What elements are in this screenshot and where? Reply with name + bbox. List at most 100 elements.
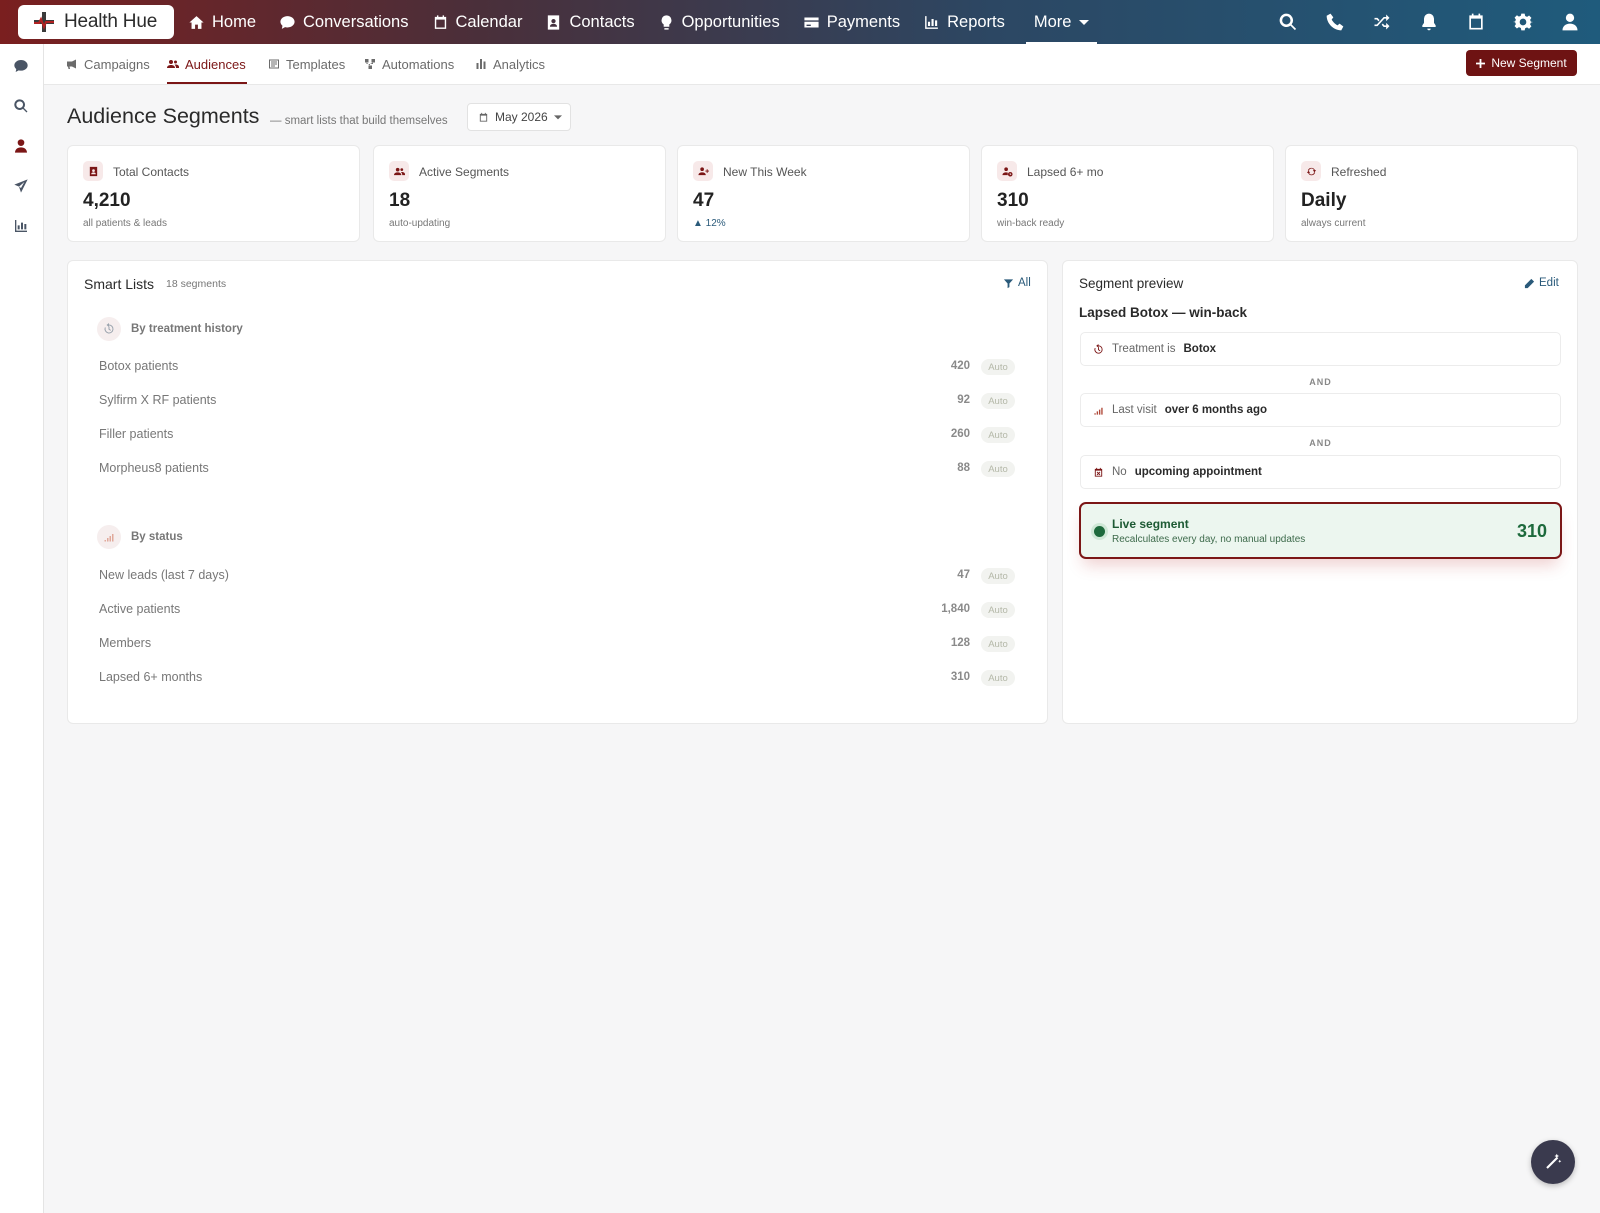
list-item-count: 1,840 — [941, 603, 970, 615]
stat-value: Daily — [1301, 190, 1347, 211]
filter-button[interactable]: All — [1003, 277, 1031, 289]
gear-icon[interactable] — [1513, 12, 1533, 32]
bar-chart-icon[interactable] — [13, 218, 31, 236]
auto-badge: Auto — [981, 461, 1015, 477]
search-icon[interactable] — [13, 98, 31, 116]
nav-reports[interactable]: Reports — [923, 0, 1005, 44]
condition-row[interactable]: No upcoming appointment — [1080, 455, 1561, 489]
signal-icon — [1093, 405, 1104, 416]
user-plus-icon — [693, 161, 713, 181]
tab-templates[interactable]: Templates — [268, 44, 345, 84]
sub-navigation: Campaigns Audiences Templates Automation… — [44, 44, 1600, 85]
nav-payments[interactable]: Payments — [803, 0, 900, 44]
new-segment-button[interactable]: New Segment — [1466, 50, 1577, 76]
brand-name: Health Hue — [64, 11, 158, 32]
phone-icon[interactable] — [1325, 12, 1345, 32]
condition-value: over 6 months ago — [1164, 404, 1267, 416]
condition-value: upcoming appointment — [1134, 466, 1262, 478]
caret-down-icon — [1079, 17, 1090, 27]
list-item-count: 420 — [950, 360, 970, 372]
signal-icon — [97, 525, 121, 549]
calendar-x-icon — [1093, 467, 1104, 478]
segment-preview-title: Segment preview — [1079, 276, 1184, 291]
stat-label: Refreshed — [1331, 165, 1387, 179]
list-item-name: Lapsed 6+ months — [99, 670, 203, 684]
auto-badge: Auto — [981, 393, 1015, 409]
nav-calendar[interactable]: Calendar — [432, 0, 523, 44]
left-rail — [0, 44, 44, 1213]
pencil-icon — [1524, 278, 1535, 289]
condition-prefix: Last visit — [1112, 404, 1157, 416]
chat-icon — [279, 14, 296, 31]
paper-plane-icon[interactable] — [13, 178, 31, 196]
list-item-count: 128 — [950, 637, 970, 649]
stat-label: Total Contacts — [113, 165, 190, 179]
nav-calendar-label: Calendar — [455, 12, 523, 31]
nav-opportunities-label: Opportunities — [681, 12, 780, 31]
magic-wand-icon — [1544, 1153, 1562, 1171]
stat-subtext: auto-updating — [389, 218, 451, 229]
brand-logo[interactable]: Health Hue — [18, 5, 174, 39]
nav-reports-label: Reports — [947, 12, 1005, 31]
group-heading-label: By treatment history — [131, 323, 243, 335]
live-segment-subtitle: Recalculates every day, no manual update… — [1112, 534, 1306, 545]
workflow-icon — [364, 58, 376, 70]
bell-icon[interactable] — [1419, 12, 1439, 32]
users-icon — [389, 161, 409, 181]
caret-down-icon — [553, 113, 562, 121]
stat-label: Lapsed 6+ mo — [1027, 165, 1104, 179]
list-item-name: Active patients — [99, 602, 181, 616]
date-filter-dropdown[interactable]: May 2026 — [467, 103, 571, 131]
tab-campaigns-label: Campaigns — [84, 56, 150, 72]
chat-icon[interactable] — [13, 58, 31, 76]
live-segment-title: Live segment — [1112, 517, 1189, 531]
top-navigation-bar: Health Hue Home Conversations Calendar C… — [0, 0, 1600, 44]
live-segment-count: 310 — [1516, 521, 1547, 541]
date-filter-value: May 2026 — [495, 110, 548, 124]
edit-segment-button[interactable]: Edit — [1524, 277, 1559, 289]
tab-automations[interactable]: Automations — [364, 44, 454, 84]
tab-audiences[interactable]: Audiences — [167, 44, 246, 84]
filter-label: All — [1018, 277, 1031, 289]
nav-opportunities[interactable]: Opportunities — [658, 0, 780, 44]
list-item-name: Morpheus8 patients — [99, 461, 209, 475]
tab-templates-label: Templates — [286, 56, 346, 72]
tab-campaigns[interactable]: Campaigns — [66, 44, 150, 84]
user-icon[interactable] — [13, 138, 31, 156]
group-heading-label: By status — [131, 531, 183, 543]
auto-badge: Auto — [981, 568, 1015, 584]
live-status-dot — [1094, 526, 1105, 537]
template-icon — [268, 58, 280, 70]
shuffle-icon[interactable] — [1372, 12, 1392, 32]
tab-analytics-label: Analytics — [493, 56, 546, 72]
stat-value: 310 — [997, 190, 1029, 211]
condition-row[interactable]: Last visit over 6 months ago — [1080, 393, 1561, 427]
magic-wand-button[interactable] — [1531, 1140, 1575, 1184]
user-icon[interactable] — [1560, 12, 1580, 32]
auto-badge: Auto — [981, 670, 1015, 686]
smart-lists-title: Smart Lists — [84, 276, 155, 292]
bar-chart-icon — [923, 14, 940, 31]
calendar-icon[interactable] — [1466, 12, 1486, 32]
nav-home[interactable]: Home — [188, 0, 256, 44]
edit-label: Edit — [1539, 277, 1559, 289]
group-heading-status: By status — [97, 525, 183, 549]
nav-home-label: Home — [212, 12, 257, 31]
user-clock-icon — [997, 161, 1017, 181]
calendar-icon — [432, 14, 449, 31]
list-item-count: 260 — [950, 428, 970, 440]
lightbulb-icon — [658, 14, 675, 31]
auto-badge: Auto — [981, 427, 1015, 443]
tab-analytics[interactable]: Analytics — [475, 44, 545, 84]
nav-conversations[interactable]: Conversations — [279, 0, 409, 44]
condition-row[interactable]: Treatment is Botox — [1080, 332, 1561, 366]
new-segment-label: New Segment — [1491, 56, 1567, 70]
active-tab-indicator — [167, 82, 247, 84]
nav-more-dropdown[interactable]: More — [1025, 0, 1098, 44]
auto-badge: Auto — [981, 636, 1015, 652]
search-icon[interactable] — [1278, 12, 1298, 32]
nav-contacts[interactable]: Contacts — [545, 0, 635, 44]
list-item-count: 310 — [950, 671, 970, 683]
live-segment-card[interactable]: Live segment Recalculates every day, no … — [1079, 502, 1562, 559]
page-title: Audience Segments — [67, 104, 260, 128]
